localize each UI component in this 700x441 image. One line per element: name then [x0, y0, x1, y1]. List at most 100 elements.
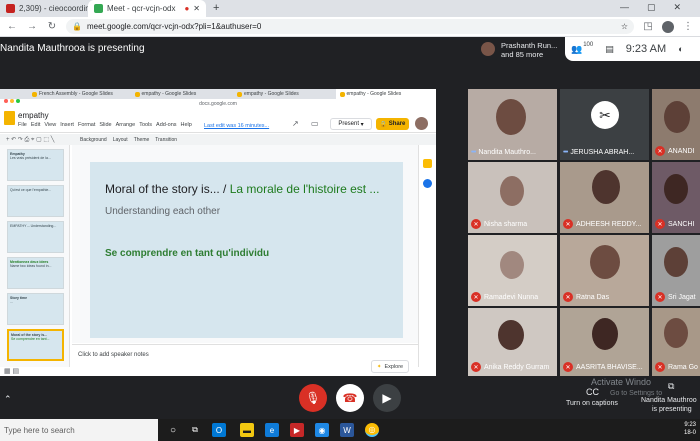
- account-icon[interactable]: ◐: [678, 44, 683, 54]
- toolbar-icons[interactable]: + ↶ ↷ ⎙ ⌖ ▢ ⬚ ╲: [6, 136, 54, 144]
- slides-browser-tab[interactable]: empathy - Google Slides: [233, 89, 334, 99]
- slides-browser-tab[interactable]: empathy - Google Slides: [131, 89, 232, 99]
- participant-tile[interactable]: ✕ ADHEESH REDDY...: [560, 162, 649, 233]
- participant-tile[interactable]: ✕ AASRITA BHAVISE...: [560, 308, 649, 376]
- task-switch-icon[interactable]: ⧉: [188, 423, 202, 437]
- menu-tools[interactable]: Tools: [139, 122, 152, 128]
- window-controls: — ▢ ✕: [620, 2, 681, 13]
- keep-icon[interactable]: [423, 159, 432, 168]
- background-button[interactable]: Background: [80, 137, 107, 143]
- task-view-icon[interactable]: ○: [166, 423, 180, 437]
- chevron-up-icon[interactable]: ⌃: [4, 394, 12, 405]
- captions-icon[interactable]: CC: [586, 387, 599, 397]
- close-icon[interactable]: ✕: [193, 4, 200, 13]
- slide-thumbnail[interactable]: EMPATHY -- Understanding...: [7, 221, 64, 253]
- speaker-notes-area[interactable]: [72, 344, 418, 376]
- explore-button[interactable]: ✦ Explore: [371, 360, 409, 373]
- chrome-icon[interactable]: ◎: [365, 423, 379, 437]
- extensions-icon[interactable]: ◳: [642, 21, 654, 32]
- participant-tile[interactable]: ••• Nandita Mauthro...: [468, 89, 557, 160]
- slides-browser-tab-active[interactable]: empathy - Google Slides: [335, 89, 436, 99]
- menu-file[interactable]: File: [18, 122, 27, 128]
- slides-logo-icon[interactable]: [4, 111, 15, 125]
- new-tab-button[interactable]: +: [213, 2, 219, 14]
- taskbar-search-box[interactable]: Type here to search: [0, 419, 158, 441]
- comments-icon[interactable]: ▭: [311, 119, 319, 128]
- participant-tile[interactable]: ✕ SANCHI: [652, 162, 700, 233]
- menu-view[interactable]: View: [44, 122, 56, 128]
- menu-arrange[interactable]: Arrange: [116, 122, 136, 128]
- share-button[interactable]: 🔒 Share: [376, 118, 409, 130]
- tasks-icon[interactable]: [423, 179, 432, 188]
- browser-tab[interactable]: 2,309) - cieocoordinator@ ✕: [0, 0, 88, 17]
- reload-icon[interactable]: ↻: [46, 21, 58, 32]
- last-edit-link[interactable]: Last edit was 16 minutes...: [204, 123, 269, 129]
- video-app-icon[interactable]: ▶: [290, 423, 304, 437]
- slide-thumbnail[interactable]: Qu'est ce que l'empathie...: [7, 185, 64, 217]
- profile-avatar[interactable]: [662, 20, 674, 33]
- avatar[interactable]: [415, 117, 428, 130]
- current-slide[interactable]: Moral of the story is... / La morale de …: [90, 162, 403, 338]
- participant-tile[interactable]: ✕ Anika Reddy Gurram: [468, 308, 557, 376]
- presenting-banner: Nandita Mauthrooa is presenting: [0, 43, 145, 54]
- menu-help[interactable]: Help: [181, 122, 192, 128]
- bookmark-star-icon[interactable]: ☆: [621, 22, 628, 31]
- transition-button[interactable]: Transition: [155, 137, 177, 143]
- slides-url[interactable]: docs.google.com: [0, 99, 436, 109]
- minimize-icon[interactable]: —: [620, 2, 629, 13]
- meet-icon: [94, 4, 103, 13]
- participant-tile[interactable]: ✕ Nisha sharma: [468, 162, 557, 233]
- close-window-icon[interactable]: ✕: [674, 2, 682, 13]
- edge-icon[interactable]: e: [265, 423, 279, 437]
- slide-thumbnail[interactable]: Empathy Les vrais président de la...: [7, 149, 64, 181]
- leave-call-button[interactable]: ☎: [336, 384, 364, 412]
- present-label: Present: [338, 121, 359, 127]
- presenter-status-line1[interactable]: Nandita Mauthroo: [641, 397, 697, 404]
- grid-view-icon[interactable]: ▦ ▤: [4, 367, 19, 375]
- participant-tile[interactable]: ✕ Ramadevi Nunna: [468, 235, 557, 306]
- present-button[interactable]: Present ▾: [330, 118, 372, 130]
- participant-tile[interactable]: ✂ ••• JERUSHA ABRAH...: [560, 89, 649, 160]
- taskbar-clock[interactable]: 9:23 18-0: [684, 421, 696, 437]
- file-explorer-icon[interactable]: ▬: [240, 423, 254, 437]
- taskbar-search-placeholder: Type here to search: [4, 425, 75, 435]
- layout-button[interactable]: Layout: [113, 137, 128, 143]
- participant-label: ✕ SANCHI: [655, 219, 694, 229]
- menu-kebab-icon[interactable]: ⋮: [682, 21, 694, 32]
- menu-addons[interactable]: Add-ons: [156, 122, 177, 128]
- document-title[interactable]: empathy: [18, 111, 49, 120]
- people-button[interactable]: 👥 100: [571, 42, 593, 55]
- chat-icon[interactable]: ▤: [605, 44, 614, 55]
- close-dot-icon[interactable]: [4, 99, 8, 103]
- outlook-icon[interactable]: O: [212, 423, 226, 437]
- menu-edit[interactable]: Edit: [31, 122, 40, 128]
- menu-insert[interactable]: Insert: [60, 122, 74, 128]
- menu-format[interactable]: Format: [78, 122, 95, 128]
- participant-tile[interactable]: ✕ ANANDI: [652, 89, 700, 160]
- minimize-dot-icon[interactable]: [10, 99, 14, 103]
- zoom-dot-icon[interactable]: [16, 99, 20, 103]
- maximize-icon[interactable]: ▢: [647, 2, 656, 13]
- participants-summary[interactable]: Prashanth Run... and 85 more: [475, 39, 567, 61]
- present-now-icon[interactable]: ⧉: [668, 381, 674, 392]
- activity-icon[interactable]: ↗: [292, 119, 299, 128]
- slide-thumbnail[interactable]: Mentionnez deux idees Name two ideas foun…: [7, 257, 64, 289]
- word-icon[interactable]: W: [340, 423, 354, 437]
- speaker-notes-placeholder[interactable]: Click to add speaker notes: [78, 352, 149, 358]
- back-icon[interactable]: ←: [6, 21, 18, 32]
- url-field[interactable]: 🔒 meet.google.com/qcr-vcjn-odx?pli=1&aut…: [66, 19, 634, 34]
- camera-toggle-button[interactable]: ▶: [373, 384, 401, 412]
- theme-button[interactable]: Theme: [134, 137, 150, 143]
- menu-slide[interactable]: Slide: [99, 122, 111, 128]
- slide-thumbnail-selected[interactable]: Moral of the story is... Se comprendre en…: [7, 329, 64, 361]
- participant-tile[interactable]: ✕ Ratna Das: [560, 235, 649, 306]
- forward-icon[interactable]: →: [26, 21, 38, 32]
- mic-toggle-button[interactable]: 🎙: [299, 384, 327, 412]
- browser-app-icon[interactable]: ◉: [315, 423, 329, 437]
- participant-tile[interactable]: ✕ Sri Jagat: [652, 235, 700, 306]
- slide-thumbnail[interactable]: Story time...: [7, 293, 64, 325]
- participant-tile[interactable]: ✕ Rama Go: [652, 308, 700, 376]
- captions-button-label[interactable]: Turn on captions: [566, 400, 618, 407]
- browser-tab-meet[interactable]: Meet - qcr-vcjn-odx ● ✕: [88, 0, 206, 17]
- slides-browser-tab[interactable]: French Assembly - Google Slides: [28, 89, 129, 99]
